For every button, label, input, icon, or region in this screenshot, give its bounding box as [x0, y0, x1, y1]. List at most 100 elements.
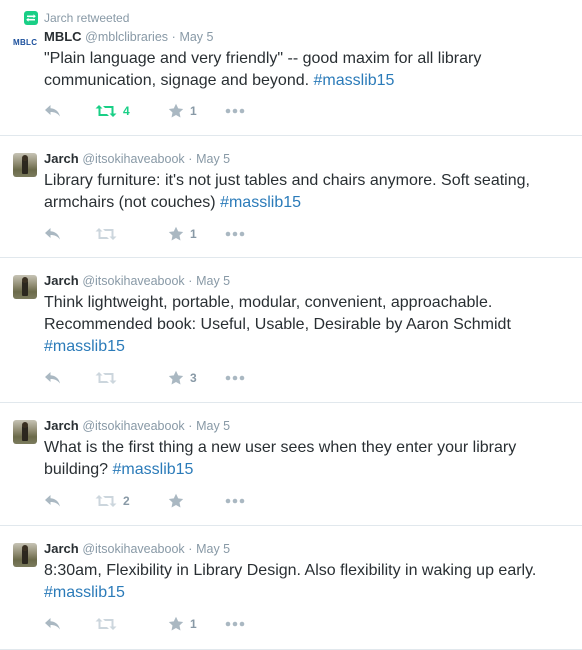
avatar[interactable]	[13, 275, 37, 299]
favorite-count: 1	[190, 617, 197, 631]
hashtag-link[interactable]: #masslib15	[44, 584, 125, 601]
favorite-icon	[168, 103, 184, 118]
tweet-actions: 2	[44, 492, 284, 510]
retweet-button[interactable]	[95, 369, 123, 387]
username[interactable]: @itsokihaveabook	[82, 274, 184, 288]
display-name[interactable]: MBLC	[44, 29, 82, 44]
tweet-text: "Plain language and very friendly" -- go…	[44, 48, 564, 92]
favorite-icon	[168, 370, 184, 385]
reply-button[interactable]	[44, 492, 62, 510]
display-name[interactable]: Jarch	[44, 541, 79, 556]
reply-icon	[45, 495, 60, 507]
tweet-header: MBLC @mblclibraries · May 5	[44, 29, 213, 45]
reply-button[interactable]	[44, 369, 62, 387]
retweet-button[interactable]	[95, 225, 123, 243]
separator: ·	[188, 274, 193, 288]
hashtag-link[interactable]: #masslib15	[220, 194, 301, 211]
timestamp[interactable]: May 5	[179, 30, 213, 44]
username[interactable]: @itsokihaveabook	[82, 542, 184, 556]
favorite-icon	[168, 616, 184, 631]
favorite-button[interactable]: 3	[168, 369, 197, 387]
tweet[interactable]: Jarch @itsokihaveabook · May 5 Library f…	[0, 136, 582, 258]
separator: ·	[171, 30, 176, 44]
avatar-logo: MBLC	[13, 38, 37, 47]
more-icon	[225, 498, 245, 504]
reply-button[interactable]	[44, 102, 62, 120]
favorite-button[interactable]: 1	[168, 225, 197, 243]
tweet-text: 8:30am, Flexibility in Library Design. A…	[44, 560, 564, 604]
timeline: Jarch retweeted MBLC MBLC @mblclibraries…	[0, 0, 582, 650]
more-button[interactable]	[225, 225, 245, 243]
avatar[interactable]	[13, 153, 37, 177]
reply-button[interactable]	[44, 615, 62, 633]
retweet-icon	[95, 228, 117, 240]
favorite-button[interactable]: 1	[168, 615, 197, 633]
tweet-actions: 4 1	[44, 102, 284, 120]
tweet-actions: 1	[44, 225, 284, 243]
reply-icon	[45, 105, 60, 117]
tweet-header: Jarch @itsokihaveabook · May 5	[44, 151, 230, 167]
timestamp[interactable]: May 5	[196, 274, 230, 288]
reply-icon	[45, 618, 60, 630]
favorite-count: 1	[190, 227, 197, 241]
tweet-header: Jarch @itsokihaveabook · May 5	[44, 273, 230, 289]
timestamp[interactable]: May 5	[196, 542, 230, 556]
more-icon	[225, 375, 245, 381]
retweet-icon	[95, 495, 117, 507]
retweet-context: Jarch retweeted	[24, 11, 130, 25]
tweet-text: What is the first thing a new user sees …	[44, 437, 564, 481]
more-button[interactable]	[225, 369, 245, 387]
more-button[interactable]	[225, 102, 245, 120]
avatar[interactable]: MBLC	[13, 31, 37, 55]
retweet-icon	[24, 11, 38, 25]
retweet-icon	[95, 105, 117, 117]
hashtag-link[interactable]: #masslib15	[314, 72, 395, 89]
retweet-icon	[95, 618, 117, 630]
separator: ·	[188, 152, 193, 166]
reply-icon	[45, 228, 60, 240]
tweet-header: Jarch @itsokihaveabook · May 5	[44, 541, 230, 557]
tweet-body: Think lightweight, portable, modular, co…	[44, 294, 511, 333]
tweet[interactable]: Jarch @itsokihaveabook · May 5 What is t…	[0, 403, 582, 526]
hashtag-link[interactable]: #masslib15	[113, 461, 194, 478]
retweet-context-label: Jarch retweeted	[44, 11, 130, 25]
timestamp[interactable]: May 5	[196, 419, 230, 433]
username[interactable]: @mblclibraries	[85, 30, 168, 44]
display-name[interactable]: Jarch	[44, 151, 79, 166]
tweet-body: 8:30am, Flexibility in Library Design. A…	[44, 562, 537, 579]
tweet-text: Library furniture: it's not just tables …	[44, 170, 564, 214]
separator: ·	[188, 542, 193, 556]
reply-button[interactable]	[44, 225, 62, 243]
avatar[interactable]	[13, 420, 37, 444]
avatar[interactable]	[13, 543, 37, 567]
reply-icon	[45, 372, 60, 384]
tweet-text: Think lightweight, portable, modular, co…	[44, 292, 564, 358]
favorite-button[interactable]	[168, 492, 190, 510]
favorite-button[interactable]: 1	[168, 102, 197, 120]
favorite-count: 3	[190, 371, 197, 385]
timestamp[interactable]: May 5	[196, 152, 230, 166]
tweet[interactable]: Jarch @itsokihaveabook · May 5 8:30am, F…	[0, 526, 582, 650]
more-icon	[225, 108, 245, 114]
more-button[interactable]	[225, 615, 245, 633]
more-button[interactable]	[225, 492, 245, 510]
favorite-count: 1	[190, 104, 197, 118]
retweet-button[interactable]	[95, 615, 123, 633]
retweet-count: 4	[123, 104, 130, 118]
username[interactable]: @itsokihaveabook	[82, 152, 184, 166]
tweet-body: "Plain language and very friendly" -- go…	[44, 50, 482, 89]
retweet-count: 2	[123, 494, 130, 508]
tweet-actions: 1	[44, 615, 284, 633]
display-name[interactable]: Jarch	[44, 418, 79, 433]
display-name[interactable]: Jarch	[44, 273, 79, 288]
tweet[interactable]: Jarch retweeted MBLC MBLC @mblclibraries…	[0, 0, 582, 136]
tweet[interactable]: Jarch @itsokihaveabook · May 5 Think lig…	[0, 258, 582, 403]
tweet-header: Jarch @itsokihaveabook · May 5	[44, 418, 230, 434]
favorite-icon	[168, 226, 184, 241]
retweet-button[interactable]: 2	[95, 492, 130, 510]
retweet-button[interactable]: 4	[95, 102, 130, 120]
separator: ·	[188, 419, 193, 433]
hashtag-link[interactable]: #masslib15	[44, 338, 125, 355]
favorite-icon	[168, 493, 184, 508]
username[interactable]: @itsokihaveabook	[82, 419, 184, 433]
